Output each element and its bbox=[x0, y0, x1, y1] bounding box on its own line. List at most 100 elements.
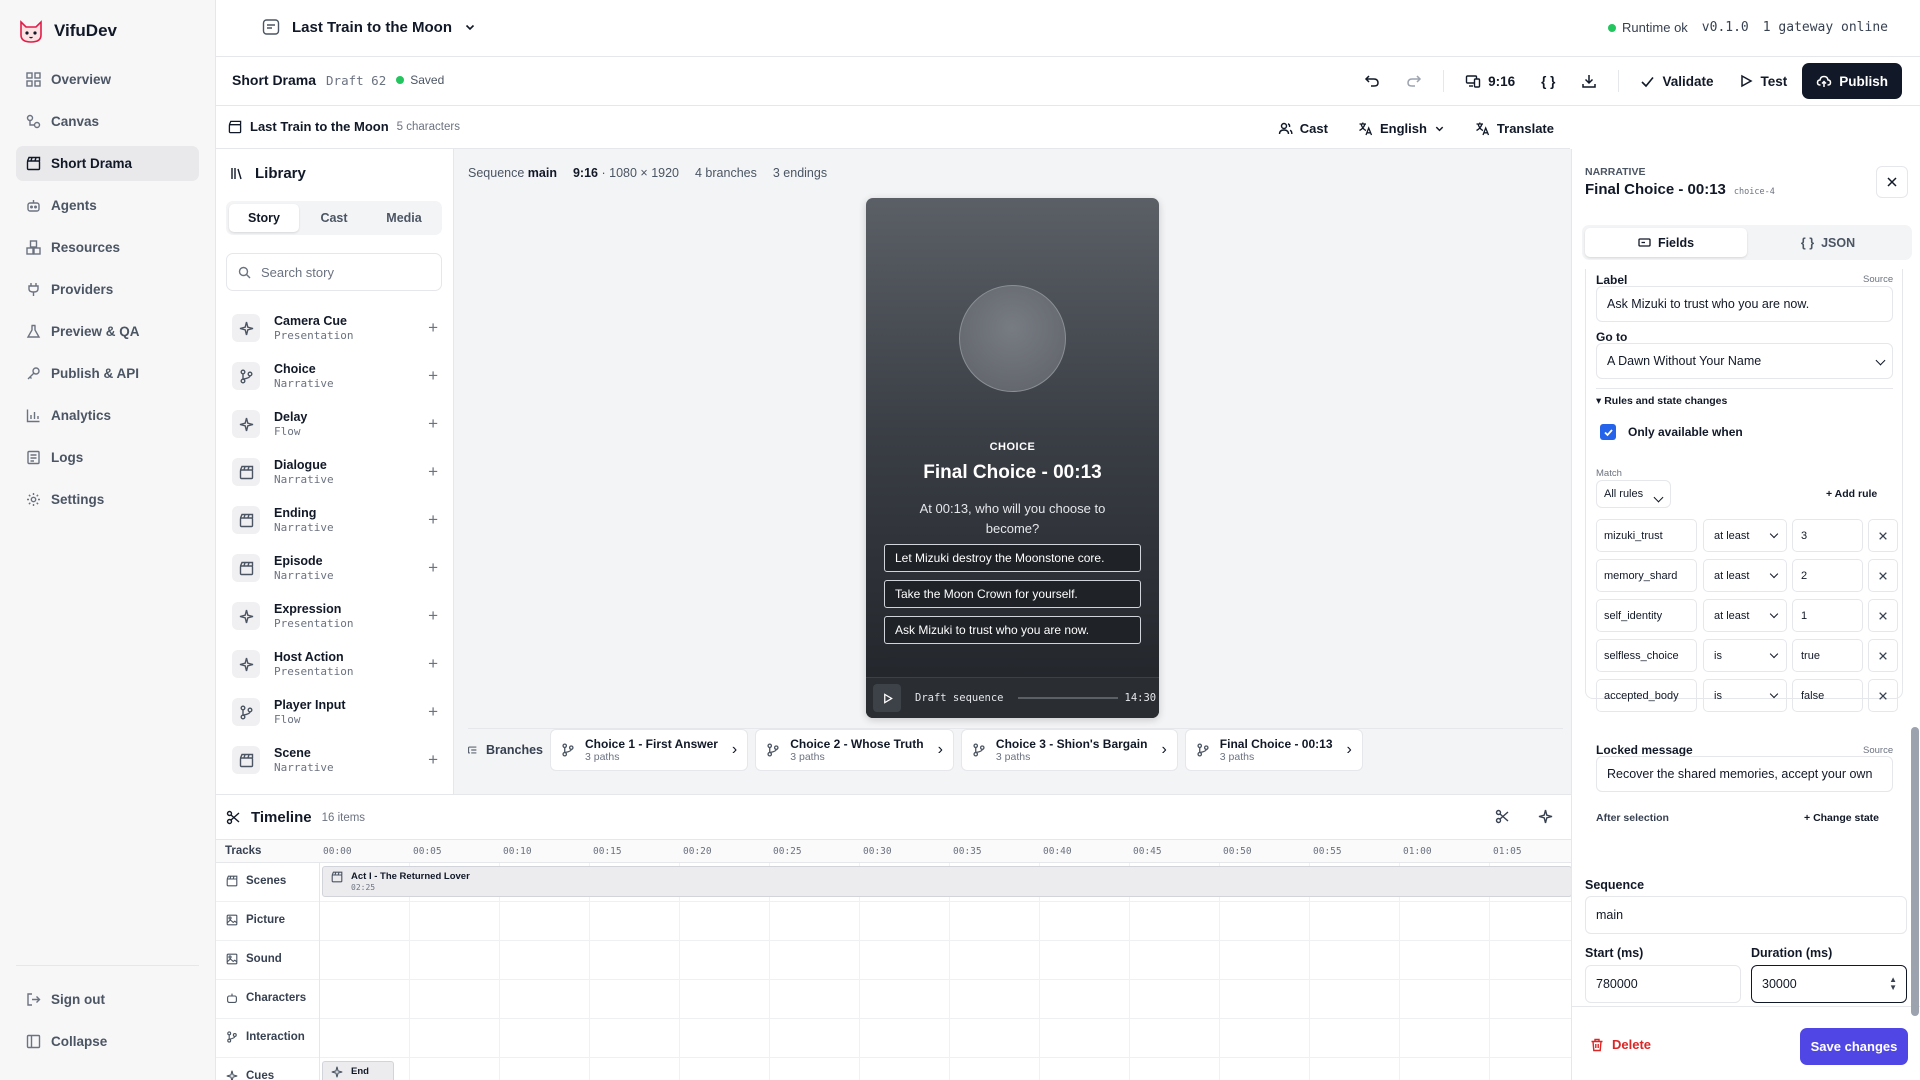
test-button[interactable]: Test bbox=[1728, 63, 1798, 99]
tab-story[interactable]: Story bbox=[229, 204, 299, 232]
branch-card[interactable]: Final Choice - 00:13 3 paths › bbox=[1184, 729, 1363, 771]
sidebar-item-resources[interactable]: Resources bbox=[16, 230, 199, 265]
scene-clip[interactable]: Act I - The Returned Lover 02:25 bbox=[322, 866, 1571, 897]
tab-media[interactable]: Media bbox=[369, 204, 439, 232]
track-lane[interactable] bbox=[319, 941, 1571, 980]
rule-operator-select[interactable]: is bbox=[1703, 639, 1787, 672]
brand[interactable]: VifuDev bbox=[18, 18, 117, 44]
track-lane[interactable] bbox=[319, 1019, 1571, 1058]
match-select[interactable]: All rules bbox=[1596, 480, 1671, 508]
add-icon[interactable]: + bbox=[428, 319, 438, 336]
translate-button[interactable]: Translate bbox=[1465, 114, 1564, 142]
rule-field-input[interactable]: accepted_body bbox=[1596, 679, 1697, 712]
track-lane[interactable] bbox=[319, 980, 1571, 1019]
publish-button[interactable]: Publish bbox=[1802, 63, 1902, 99]
stepper-icon[interactable]: ▲ ▼ bbox=[1889, 976, 1897, 992]
sidebar-item-logs[interactable]: Logs bbox=[16, 440, 199, 475]
rules-toggle[interactable]: ▾ Rules and state changes bbox=[1596, 395, 1727, 407]
rule-operator-select[interactable]: at least bbox=[1703, 519, 1787, 552]
branch-card[interactable]: Choice 1 - First Answer 3 paths › bbox=[550, 729, 749, 771]
only-available-checkbox[interactable] bbox=[1600, 424, 1616, 440]
branch-card[interactable]: Choice 3 - Shion's Bargain 3 paths › bbox=[960, 729, 1178, 771]
add-rule-button[interactable]: + Add rule bbox=[1826, 488, 1877, 500]
sidebar-item-providers[interactable]: Providers bbox=[16, 272, 199, 307]
rule-operator-select[interactable]: at least bbox=[1703, 599, 1787, 632]
delete-button[interactable]: Delete bbox=[1590, 1037, 1651, 1052]
scrollbar[interactable] bbox=[1911, 727, 1919, 1016]
rule-field-input[interactable]: memory_shard bbox=[1596, 559, 1697, 592]
aspect-ratio-button[interactable]: 9:16 bbox=[1454, 63, 1526, 99]
start-input[interactable]: 780000 bbox=[1585, 965, 1741, 1003]
library-item[interactable]: Scene Narrative + bbox=[232, 736, 446, 784]
track-lane[interactable]: End bbox=[319, 1058, 1571, 1080]
label-input[interactable]: Ask Mizuki to trust who you are now. bbox=[1596, 286, 1893, 322]
sidebar-item-publish-api[interactable]: Publish & API bbox=[16, 356, 199, 391]
rule-value-input[interactable]: 2 bbox=[1792, 559, 1863, 592]
rule-field-input[interactable]: self_identity bbox=[1596, 599, 1697, 632]
choice-option[interactable]: Ask Mizuki to trust who you are now. bbox=[884, 616, 1141, 644]
save-changes-button[interactable]: Save changes bbox=[1800, 1028, 1908, 1065]
add-icon[interactable]: + bbox=[428, 367, 438, 384]
redo-button[interactable] bbox=[1395, 63, 1433, 99]
add-icon[interactable]: + bbox=[428, 463, 438, 480]
rule-value-input[interactable]: 1 bbox=[1792, 599, 1863, 632]
validate-button[interactable]: Validate bbox=[1629, 63, 1724, 99]
track-lane[interactable]: Act I - The Returned Lover 02:25 bbox=[319, 863, 1571, 902]
sequence-input[interactable]: main bbox=[1585, 896, 1907, 934]
library-item[interactable]: Host Action Presentation + bbox=[232, 640, 446, 688]
goto-select[interactable]: A Dawn Without Your Name bbox=[1596, 343, 1893, 379]
add-icon[interactable]: + bbox=[428, 607, 438, 624]
cast-button[interactable]: Cast bbox=[1268, 114, 1338, 142]
choice-option[interactable]: Let Mizuki destroy the Moonstone core. bbox=[884, 544, 1141, 572]
sidebar-item-preview-qa[interactable]: Preview & QA bbox=[16, 314, 199, 349]
library-item[interactable]: Ending Narrative + bbox=[232, 496, 446, 544]
remove-rule-button[interactable] bbox=[1868, 599, 1898, 632]
rule-field-input[interactable]: selfless_choice bbox=[1596, 639, 1697, 672]
library-search-input[interactable]: Search story bbox=[226, 253, 442, 291]
playback-progress[interactable] bbox=[1017, 697, 1118, 699]
locked-message-input[interactable]: Recover the shared memories, accept your… bbox=[1596, 756, 1893, 792]
tab-cast[interactable]: Cast bbox=[299, 204, 369, 232]
branch-card[interactable]: Choice 2 - Whose Truth 3 paths › bbox=[755, 729, 954, 771]
rule-value-input[interactable]: false bbox=[1792, 679, 1863, 712]
sidebar-item-overview[interactable]: Overview bbox=[16, 62, 199, 97]
undo-button[interactable] bbox=[1353, 63, 1391, 99]
remove-rule-button[interactable] bbox=[1868, 519, 1898, 552]
library-item[interactable]: Choice Narrative + bbox=[232, 352, 446, 400]
add-icon[interactable]: + bbox=[428, 415, 438, 432]
remove-rule-button[interactable] bbox=[1868, 679, 1898, 712]
scissors-icon[interactable] bbox=[1495, 809, 1510, 824]
add-icon[interactable]: + bbox=[428, 703, 438, 720]
collapse-button[interactable]: Collapse bbox=[16, 1024, 199, 1058]
library-item[interactable]: Expression Presentation + bbox=[232, 592, 446, 640]
tab-fields[interactable]: Fields bbox=[1585, 228, 1747, 257]
library-item[interactable]: Delay Flow + bbox=[232, 400, 446, 448]
sidebar-item-canvas[interactable]: Canvas bbox=[16, 104, 199, 139]
close-button[interactable] bbox=[1876, 166, 1908, 198]
cue-clip[interactable]: End bbox=[322, 1061, 394, 1080]
sidebar-item-analytics[interactable]: Analytics bbox=[16, 398, 199, 433]
library-item[interactable]: Camera Cue Presentation + bbox=[232, 304, 446, 352]
rule-operator-select[interactable]: is bbox=[1703, 679, 1787, 712]
change-state-button[interactable]: + Change state bbox=[1804, 812, 1879, 824]
remove-rule-button[interactable] bbox=[1868, 639, 1898, 672]
language-select[interactable]: English bbox=[1348, 114, 1455, 142]
duration-input[interactable]: 30000 ▲ ▼ bbox=[1751, 965, 1907, 1003]
sidebar-item-settings[interactable]: Settings bbox=[16, 482, 199, 517]
download-button[interactable] bbox=[1570, 63, 1608, 99]
sparkles-icon[interactable] bbox=[1538, 809, 1553, 824]
choice-option[interactable]: Take the Moon Crown for yourself. bbox=[884, 580, 1141, 608]
library-item[interactable]: Episode Narrative + bbox=[232, 544, 446, 592]
sign-out-button[interactable]: Sign out bbox=[16, 982, 199, 1016]
rule-operator-select[interactable]: at least bbox=[1703, 559, 1787, 592]
library-item[interactable]: Dialogue Narrative + bbox=[232, 448, 446, 496]
add-icon[interactable]: + bbox=[428, 559, 438, 576]
sidebar-item-short-drama[interactable]: Short Drama bbox=[16, 146, 199, 181]
project-switcher[interactable]: Last Train to the Moon bbox=[262, 18, 476, 36]
json-braces-button[interactable]: { } bbox=[1530, 63, 1566, 99]
tab-json[interactable]: { } JSON bbox=[1747, 228, 1909, 257]
remove-rule-button[interactable] bbox=[1868, 559, 1898, 592]
add-icon[interactable]: + bbox=[428, 511, 438, 528]
source-link[interactable]: Source bbox=[1863, 274, 1893, 285]
source-link[interactable]: Source bbox=[1863, 745, 1893, 756]
